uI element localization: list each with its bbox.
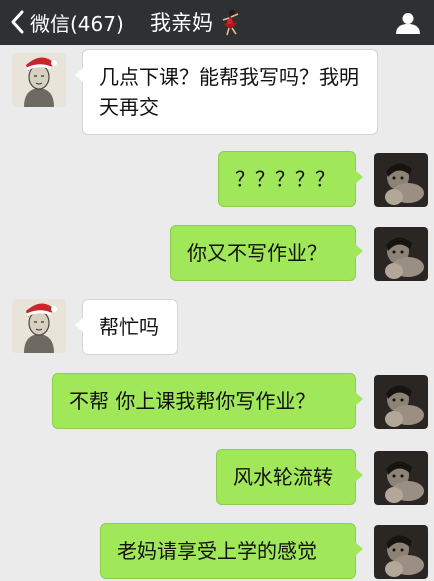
chat-title-area: 我亲妈: [150, 6, 243, 38]
sent-message-bubble[interactable]: ？？？？？: [218, 151, 363, 207]
back-button[interactable]: 微信(467): [8, 6, 124, 38]
dark-photo-avatar-icon: [374, 525, 428, 579]
my-avatar[interactable]: [374, 153, 428, 207]
dark-photo-avatar-icon: [374, 153, 428, 207]
back-label: 微信(467): [30, 11, 124, 36]
mom-avatar[interactable]: [12, 53, 66, 107]
sent-message-bubble[interactable]: 风水轮流转: [216, 449, 363, 505]
my-avatar[interactable]: [374, 451, 428, 505]
received-message-bubble[interactable]: 帮忙吗: [75, 299, 178, 355]
my-avatar[interactable]: [374, 375, 428, 429]
my-avatar[interactable]: [374, 227, 428, 281]
chevron-left-icon: [11, 10, 24, 34]
dark-photo-avatar-icon: [374, 451, 428, 505]
santa-sketch-avatar-icon: [12, 53, 66, 107]
dark-photo-avatar-icon: [374, 227, 428, 281]
mom-avatar[interactable]: [12, 299, 66, 353]
chat-title: 我亲妈: [150, 11, 213, 35]
santa-sketch-avatar-icon: [12, 299, 66, 353]
my-avatar[interactable]: [374, 525, 428, 579]
chat-header: 微信(467) 我亲妈: [0, 0, 434, 45]
message-list[interactable]: 几点下课？能帮我写吗？我明天再交 ？？？？？ 你又不写作业？ 帮忙吗 不帮 你上…: [0, 45, 434, 581]
sent-message-bubble[interactable]: 不帮 你上课我帮你写作业？: [52, 373, 363, 429]
sent-message-bubble[interactable]: 你又不写作业？: [170, 225, 363, 281]
dancer-emoji-icon: [222, 9, 239, 36]
dark-photo-avatar-icon: [374, 375, 428, 429]
profile-person-icon[interactable]: [394, 12, 422, 34]
received-message-bubble[interactable]: 几点下课？能帮我写吗？我明天再交: [75, 49, 378, 135]
sent-message-bubble[interactable]: 老妈请享受上学的感觉: [100, 523, 363, 579]
